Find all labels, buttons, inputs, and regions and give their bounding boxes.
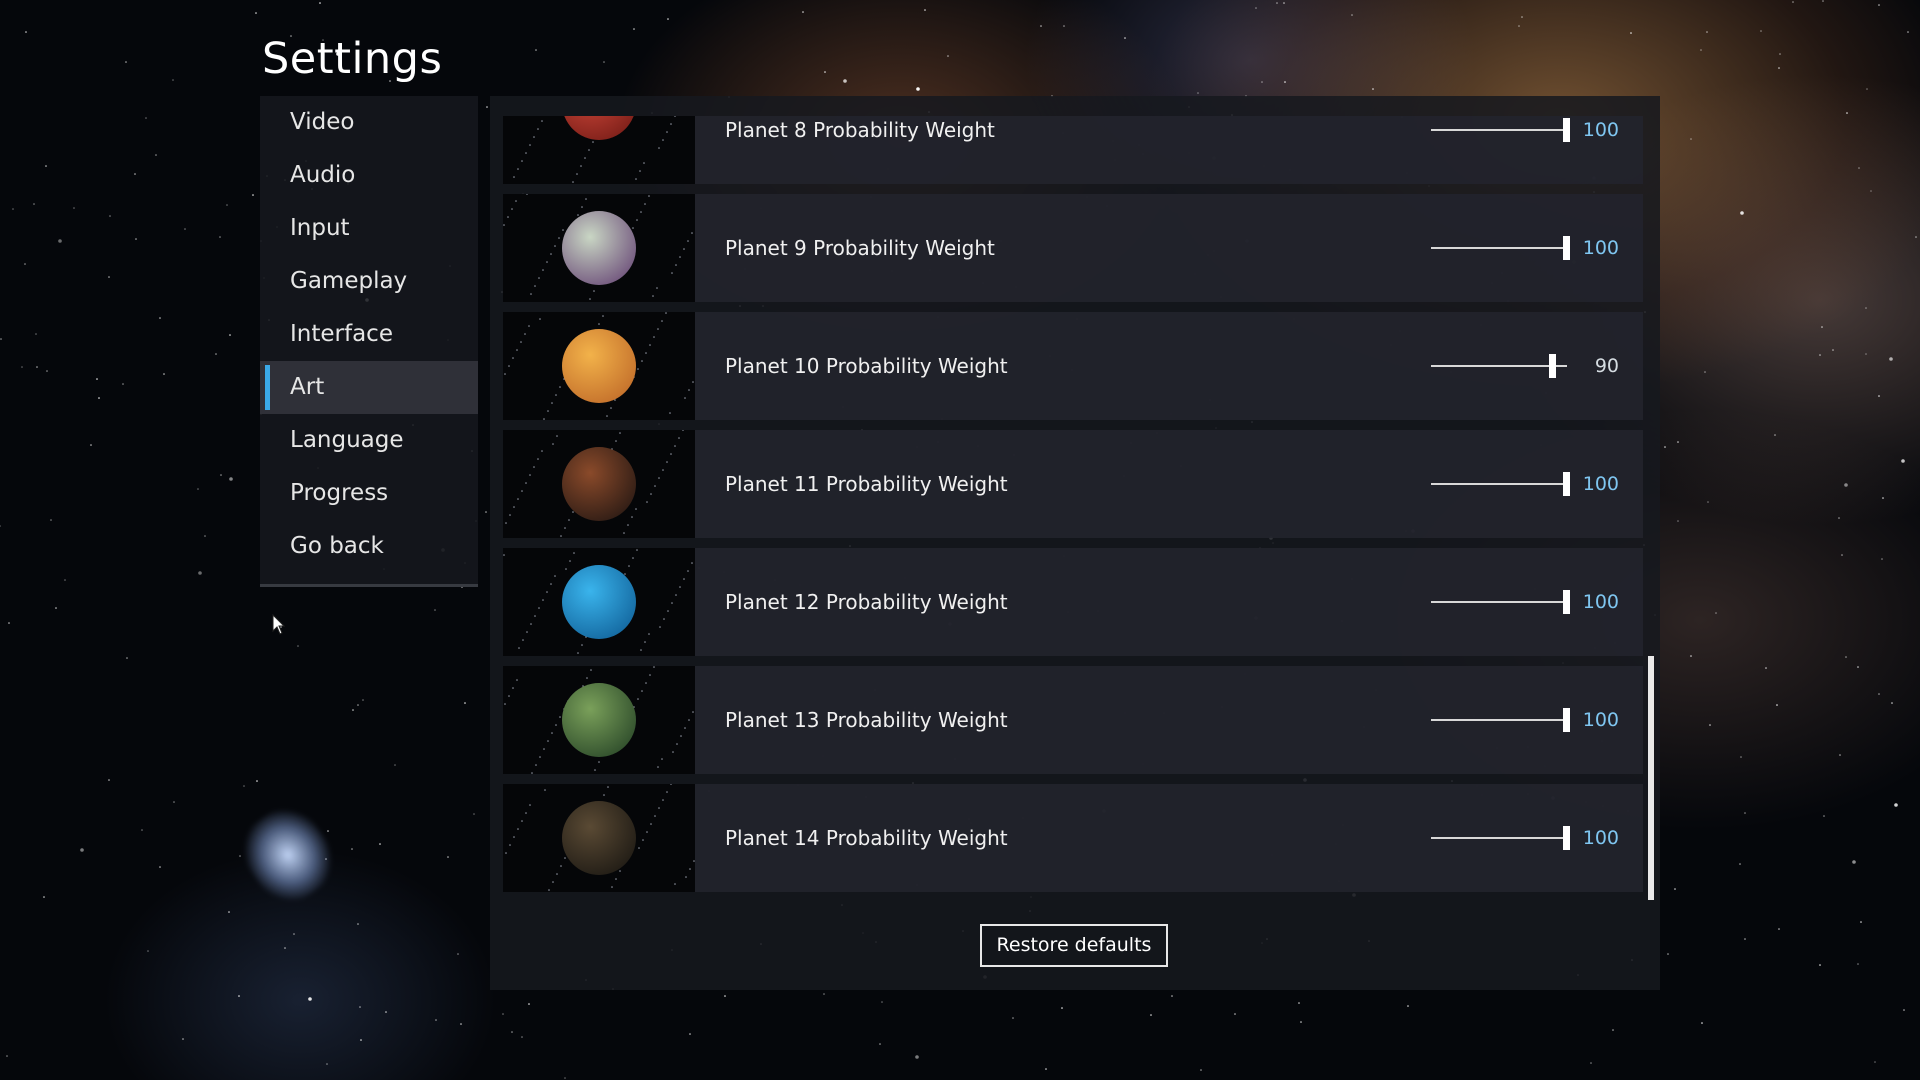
probability-slider[interactable] (1431, 708, 1570, 732)
planet-thumbnail (503, 194, 695, 302)
probability-slider[interactable] (1431, 354, 1567, 378)
planet-thumbnail (503, 548, 695, 656)
setting-value: 90 (1594, 355, 1619, 377)
scrollbar-thumb[interactable] (1648, 656, 1654, 900)
setting-label: Planet 9 Probability Weight (725, 236, 995, 260)
slider-handle[interactable] (1563, 826, 1570, 850)
setting-row: Planet 13 Probability Weight 100 (503, 666, 1643, 774)
crystal-planet-icon (562, 211, 636, 285)
setting-value: 100 (1582, 473, 1619, 495)
sidebar-item-gameplay[interactable]: Gameplay (260, 255, 478, 308)
settings-panel: Planet 8 Probability Weight 100 Planet 9 P… (490, 96, 1660, 990)
probability-slider[interactable] (1431, 826, 1570, 850)
mouse-cursor-icon (272, 614, 286, 635)
setting-row: Planet 9 Probability Weight 100 (503, 194, 1643, 302)
golden-planet-icon (562, 329, 636, 403)
slider-handle[interactable] (1563, 236, 1570, 260)
setting-value: 100 (1582, 119, 1619, 141)
probability-slider[interactable] (1431, 590, 1570, 614)
probability-slider[interactable] (1431, 236, 1570, 260)
setting-value: 100 (1582, 237, 1619, 259)
setting-value: 100 (1582, 709, 1619, 731)
setting-row: Planet 8 Probability Weight 100 (503, 116, 1643, 184)
setting-label: Planet 13 Probability Weight (725, 708, 1008, 732)
dark-planet-icon (562, 801, 636, 875)
restore-defaults-button[interactable]: Restore defaults (980, 924, 1168, 967)
sidebar-item-art[interactable]: Art (260, 361, 478, 414)
sidebar-item-go-back[interactable]: Go back (260, 520, 478, 573)
slider-handle[interactable] (1563, 590, 1570, 614)
setting-label: Planet 12 Probability Weight (725, 590, 1008, 614)
sidebar-item-input[interactable]: Input (260, 202, 478, 255)
settings-sidebar: Video Audio Input Gameplay Interface Art Langu… (260, 96, 478, 587)
setting-row: Planet 12 Probability Weight 100 (503, 548, 1643, 656)
probability-slider[interactable] (1431, 472, 1570, 496)
probability-slider[interactable] (1431, 118, 1570, 142)
setting-row: Planet 10 Probability Weight 90 (503, 312, 1643, 420)
slider-handle[interactable] (1563, 118, 1570, 142)
sidebar-item-language[interactable]: Language (260, 414, 478, 467)
sidebar-item-progress[interactable]: Progress (260, 467, 478, 520)
planet-thumbnail (503, 312, 695, 420)
lava-planet-icon (562, 447, 636, 521)
sidebar-item-audio[interactable]: Audio (260, 149, 478, 202)
planet-thumbnail (503, 116, 695, 184)
setting-row: Planet 11 Probability Weight 100 (503, 430, 1643, 538)
setting-label: Planet 10 Probability Weight (725, 354, 1008, 378)
ocean-planet-icon (562, 565, 636, 639)
planet-thumbnail (503, 666, 695, 774)
slider-handle[interactable] (1563, 708, 1570, 732)
sidebar-item-video[interactable]: Video (260, 96, 478, 149)
settings-list: Planet 8 Probability Weight 100 Planet 9 P… (503, 116, 1643, 896)
sidebar-item-interface[interactable]: Interface (260, 308, 478, 361)
forest-planet-icon (562, 683, 636, 757)
setting-value: 100 (1582, 827, 1619, 849)
setting-label: Planet 14 Probability Weight (725, 826, 1008, 850)
planet-thumbnail (503, 430, 695, 538)
setting-label: Planet 8 Probability Weight (725, 118, 995, 142)
setting-row: Planet 14 Probability Weight 100 (503, 784, 1643, 892)
setting-value: 100 (1582, 591, 1619, 613)
page-title: Settings (262, 34, 443, 84)
setting-label: Planet 11 Probability Weight (725, 472, 1008, 496)
planet-thumbnail (503, 784, 695, 892)
slider-handle[interactable] (1549, 354, 1557, 378)
slider-handle[interactable] (1563, 472, 1570, 496)
